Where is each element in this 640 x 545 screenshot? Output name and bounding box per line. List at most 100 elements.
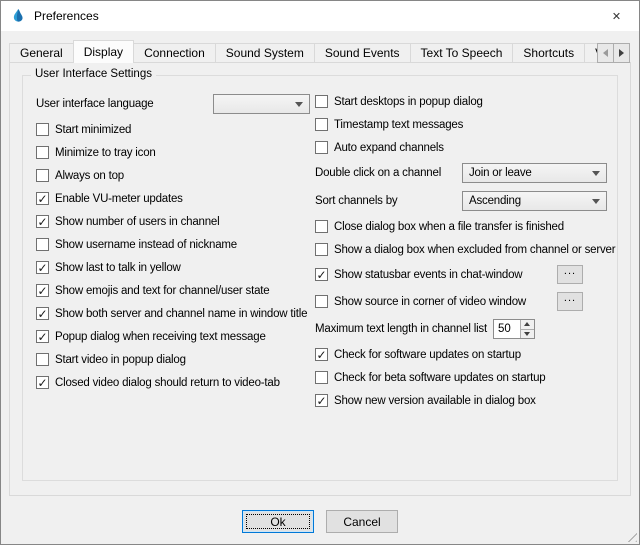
- checkbox-box: [315, 141, 328, 154]
- checkbox-label: Show emojis and text for channel/user st…: [55, 285, 270, 297]
- statusbar-events-options-button[interactable]: ...: [557, 265, 583, 284]
- ok-button[interactable]: Ok: [242, 510, 314, 533]
- tab-display[interactable]: Display: [73, 40, 134, 63]
- language-row: User interface language: [36, 94, 310, 114]
- max-text-length-row: Maximum text length in channel list 50: [315, 319, 607, 339]
- checkbox-check-beta-updates[interactable]: Check for beta software updates on start…: [315, 370, 607, 385]
- tab-label: Display: [84, 45, 123, 59]
- spin-down-button[interactable]: [521, 330, 534, 339]
- checkbox-box: ✓: [315, 394, 328, 407]
- app-icon: [10, 8, 26, 24]
- tab-label: General: [20, 46, 63, 60]
- tab-pane-display: User Interface Settings User interface l…: [9, 62, 631, 496]
- checkbox-label: Close dialog box when a file transfer is…: [334, 221, 564, 233]
- checkbox-box: [36, 353, 49, 366]
- checkbox-close-on-transfer-finished[interactable]: Close dialog box when a file transfer is…: [315, 219, 607, 234]
- checkbox-label: Show statusbar events in chat-window: [334, 269, 522, 281]
- cancel-button[interactable]: Cancel: [326, 510, 398, 533]
- checkbox-vu-meter-updates[interactable]: ✓ Enable VU-meter updates: [36, 191, 310, 206]
- checkbox-label: Start desktops in popup dialog: [334, 96, 483, 108]
- checkbox-new-version-dialog[interactable]: ✓ Show new version available in dialog b…: [315, 393, 607, 408]
- checkbox-label: Show number of users in channel: [55, 216, 219, 228]
- tab-label: Shortcuts: [523, 46, 574, 60]
- chevron-down-icon: [592, 199, 600, 208]
- double-click-label: Double click on a channel: [315, 167, 441, 179]
- group-title: User Interface Settings: [31, 68, 156, 80]
- tab-sound-events[interactable]: Sound Events: [314, 43, 411, 62]
- tab-general[interactable]: General: [9, 43, 74, 62]
- checkbox-box: [36, 123, 49, 136]
- arrow-right-icon: [619, 49, 624, 57]
- checkbox-check-updates[interactable]: ✓ Check for software updates on startup: [315, 347, 607, 362]
- checkbox-box: [315, 295, 328, 308]
- language-select[interactable]: [213, 94, 310, 114]
- checkbox-label: Check for software updates on startup: [334, 349, 521, 361]
- arrow-left-icon: [603, 49, 608, 57]
- checkbox-box: [315, 95, 328, 108]
- checkbox-label: Timestamp text messages: [334, 119, 463, 131]
- checkbox-label: Always on top: [55, 170, 124, 182]
- checkbox-statusbar-events[interactable]: ✓ Show statusbar events in chat-window: [315, 267, 522, 282]
- checkbox-label: Show new version available in dialog box: [334, 395, 536, 407]
- tab-text-to-speech[interactable]: Text To Speech: [410, 43, 514, 62]
- combo-value: Join or leave: [469, 167, 532, 179]
- checkbox-video-source-corner[interactable]: Show source in corner of video window: [315, 294, 526, 309]
- combo-value: Ascending: [469, 195, 521, 207]
- checkbox-box: ✓: [315, 268, 328, 281]
- video-source-row: Show source in corner of video window ..…: [315, 292, 607, 311]
- checkbox-box: [315, 220, 328, 233]
- checkbox-box: ✓: [36, 215, 49, 228]
- checkbox-label: Show source in corner of video window: [334, 296, 526, 308]
- checkbox-server-channel-in-title[interactable]: ✓ Show both server and channel name in w…: [36, 306, 310, 321]
- checkbox-dialog-when-excluded[interactable]: Show a dialog box when excluded from cha…: [315, 242, 607, 257]
- checkbox-box: [36, 238, 49, 251]
- video-source-options-button[interactable]: ...: [557, 292, 583, 311]
- spin-up-button[interactable]: [521, 320, 534, 330]
- checkbox-timestamp-messages[interactable]: Timestamp text messages: [315, 117, 607, 132]
- checkbox-last-to-talk-yellow[interactable]: ✓ Show last to talk in yellow: [36, 260, 310, 275]
- dialog-buttons: Ok Cancel: [1, 510, 639, 533]
- checkbox-emojis-and-text[interactable]: ✓ Show emojis and text for channel/user …: [36, 283, 310, 298]
- checkbox-start-minimized[interactable]: Start minimized: [36, 122, 310, 137]
- left-column: User interface language Start minimized …: [36, 94, 310, 390]
- tab-label: Sound System: [226, 46, 304, 60]
- checkbox-minimize-to-tray[interactable]: Minimize to tray icon: [36, 145, 310, 160]
- title-bar: Preferences ✕: [1, 1, 639, 31]
- checkbox-box: [315, 371, 328, 384]
- checkbox-label: Enable VU-meter updates: [55, 193, 183, 205]
- tab-sound-system[interactable]: Sound System: [215, 43, 315, 62]
- checkbox-popup-on-text-message[interactable]: ✓ Popup dialog when receiving text messa…: [36, 329, 310, 344]
- checkbox-desktops-popup-dialog[interactable]: Start desktops in popup dialog: [315, 94, 607, 109]
- checkbox-show-user-count[interactable]: ✓ Show number of users in channel: [36, 214, 310, 229]
- double-click-select[interactable]: Join or leave: [462, 163, 607, 183]
- checkbox-label: Minimize to tray icon: [55, 147, 156, 159]
- chevron-down-icon: [592, 171, 600, 180]
- tab-label: Text To Speech: [421, 46, 503, 60]
- checkbox-closed-video-return-tab[interactable]: ✓ Closed video dialog should return to v…: [36, 375, 310, 390]
- checkbox-label: Show both server and channel name in win…: [55, 308, 307, 320]
- chevron-down-icon: [295, 102, 303, 111]
- checkbox-always-on-top[interactable]: Always on top: [36, 168, 310, 183]
- close-button[interactable]: ✕: [594, 1, 639, 31]
- max-text-length-label: Maximum text length in channel list: [315, 323, 487, 335]
- sort-channels-select[interactable]: Ascending: [462, 191, 607, 211]
- max-text-length-spinner[interactable]: 50: [493, 319, 535, 339]
- tab-connection[interactable]: Connection: [133, 43, 216, 62]
- checkbox-video-popup-dialog[interactable]: Start video in popup dialog: [36, 352, 310, 367]
- checkbox-label: Show last to talk in yellow: [55, 262, 181, 274]
- checkbox-username-instead-nickname[interactable]: Show username instead of nickname: [36, 237, 310, 252]
- checkbox-label: Auto expand channels: [334, 142, 444, 154]
- checkbox-box: ✓: [36, 284, 49, 297]
- checkbox-auto-expand-channels[interactable]: Auto expand channels: [315, 140, 607, 155]
- language-label: User interface language: [36, 98, 154, 110]
- checkbox-box: ✓: [36, 192, 49, 205]
- checkbox-label: Start video in popup dialog: [55, 354, 186, 366]
- tab-scroll-left-button[interactable]: [597, 43, 614, 63]
- tab-video[interactable]: Video: [584, 43, 597, 62]
- sort-channels-row: Sort channels by Ascending: [315, 191, 607, 211]
- spinner-arrows: [520, 320, 534, 338]
- tab-scroll-right-button[interactable]: [613, 43, 630, 63]
- checkbox-label: Check for beta software updates on start…: [334, 372, 546, 384]
- tab-shortcuts[interactable]: Shortcuts: [512, 43, 585, 62]
- user-interface-settings-group: User Interface Settings User interface l…: [22, 75, 618, 481]
